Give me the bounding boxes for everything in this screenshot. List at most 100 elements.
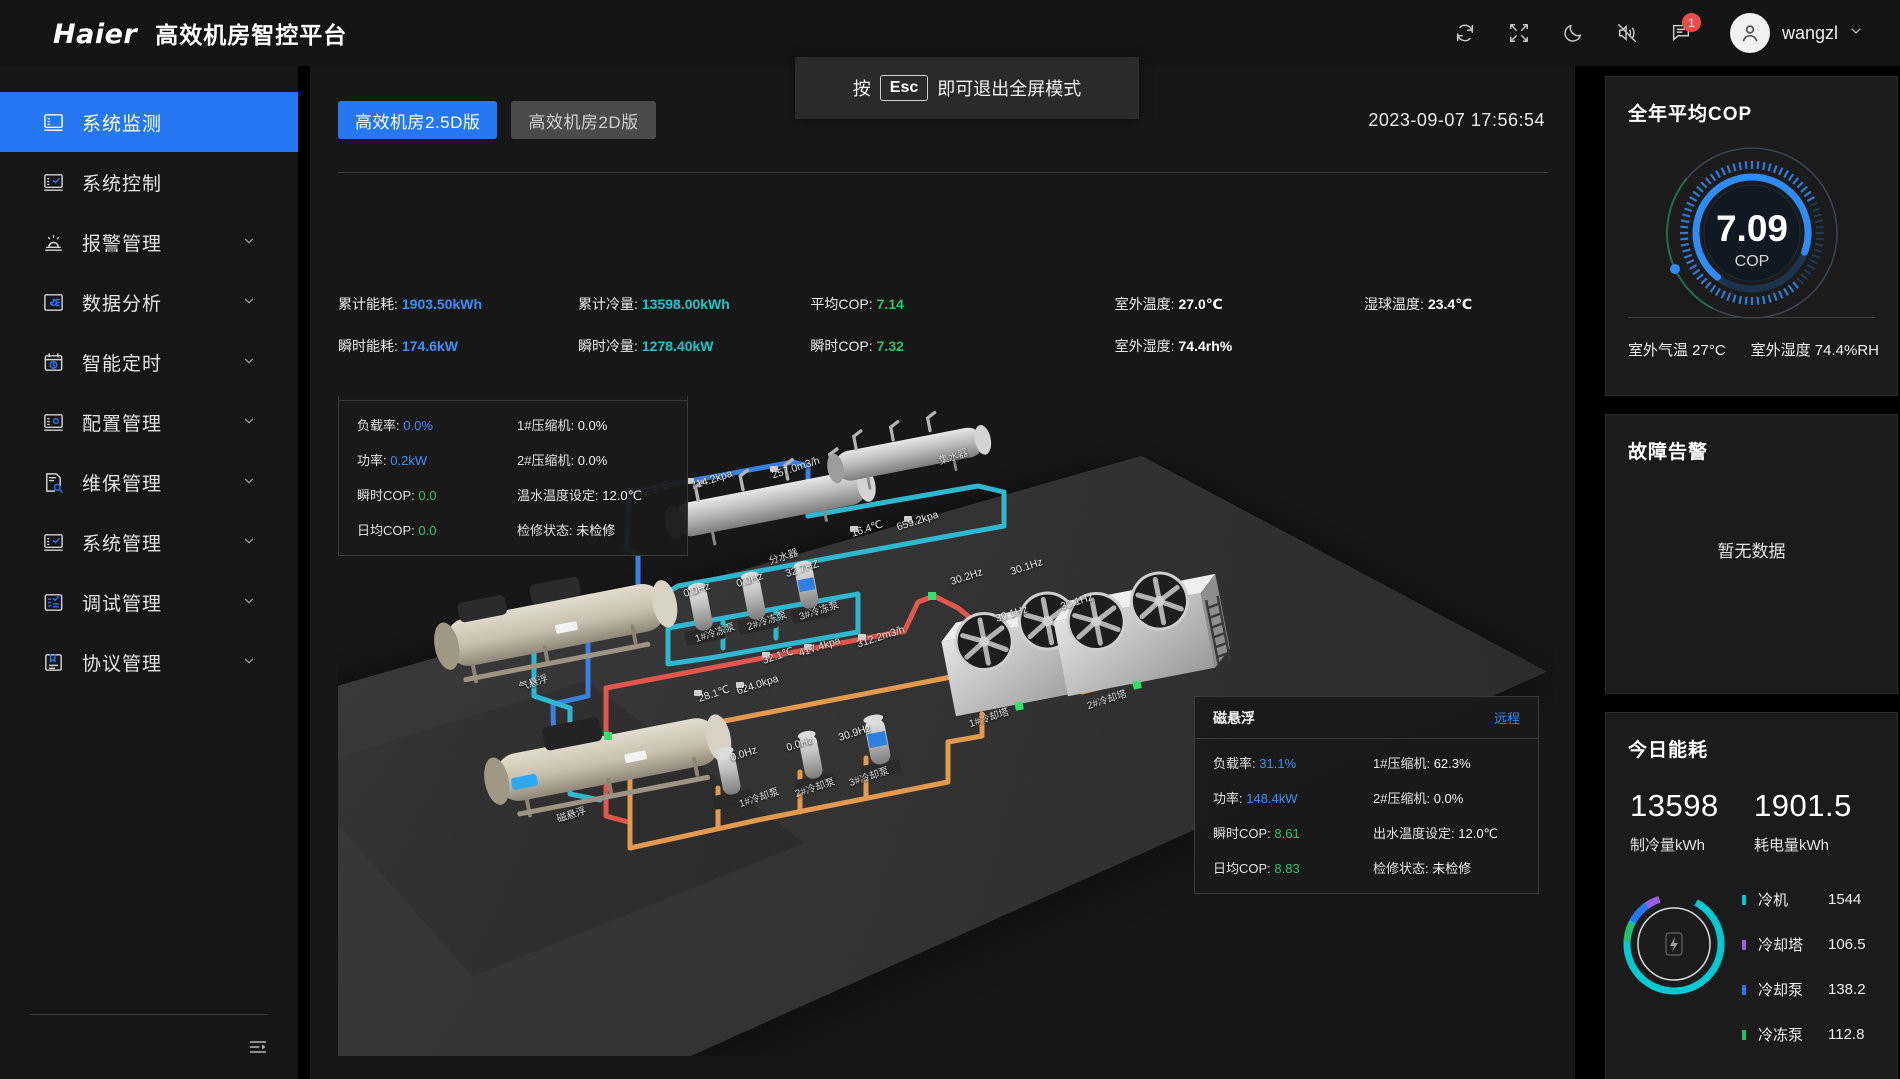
today-energy-card: 今日能耗 13598 制冷量kWh 1901.5 耗电量kWh 冷机 1544 … [1605, 712, 1898, 1079]
legend-item: 冷却泵 138.2 [1742, 979, 1897, 1000]
chevron-down-icon[interactable] [242, 414, 256, 431]
refresh-icon[interactable] [1438, 0, 1492, 66]
metric-value: 74.4rh% [1179, 338, 1233, 354]
exit-fullscreen-icon[interactable] [1492, 0, 1546, 66]
sidebar-item-2[interactable]: 系统控制 [0, 152, 298, 212]
metric-value: 13598.00kWh [642, 296, 730, 312]
sidebar-item-5[interactable]: 智能定时 [0, 332, 298, 392]
device-card-header: 磁悬浮 远程 [1195, 697, 1538, 739]
annual-cop-card: 全年平均COP 7.09 COP 室外气温 27°C 室外湿度 74.4%RH [1605, 76, 1898, 396]
metric-value: 8.61 [1274, 826, 1299, 841]
sidebar-item-3[interactable]: 报警管理 [0, 212, 298, 272]
tab-2[interactable]: 高效机房2D版 [511, 101, 655, 139]
device-card-cixuanfu[interactable]: 磁悬浮 远程 负载率: 31.1% 1#压缩机: 62.3% 功率: 148.4kW 2#… [1194, 696, 1539, 894]
tooltip-prefix: 按 [853, 75, 871, 101]
chevron-down-icon[interactable] [242, 474, 256, 491]
user-menu[interactable]: wangzl [1730, 13, 1864, 53]
metric-value: 0.0 [418, 523, 436, 538]
device-card-qixuanfu[interactable]: 气悬浮远程负载率: 0.0%1#压缩机: 0.0%功率: 0.2kW2#压缩机:… [338, 396, 688, 556]
metric-value: 1903.50kWh [402, 296, 482, 312]
metric-value: 0.0% [578, 418, 608, 433]
metric-value: 未检修 [576, 523, 615, 538]
metric-item: 室外湿度: 74.4rh% [1115, 336, 1364, 356]
plant-room-2p5d-scene[interactable]: 12.2℃714.2kpa257.0m3/h分水器集水器16.4℃659.2kp… [338, 396, 1553, 1056]
metric-item: 瞬时能耗: 174.6kW [338, 336, 578, 356]
sidebar-item-6[interactable]: 配置管理 [0, 392, 298, 452]
sidebar-item-label: 系统管理 [82, 529, 162, 556]
chevron-down-icon [1848, 23, 1864, 44]
metric-row: 瞬时能耗: 174.6kW 瞬时冷量: 1278.40kW 瞬时COP: 7.32 室外湿度… [338, 336, 1553, 356]
chevron-down-icon[interactable] [242, 234, 256, 251]
metric-value: 0.2kW [390, 453, 427, 468]
device-metrics-grid: 负载率: 0.0% 1#压缩机: 0.0% 功率: 0.2kW 2#压缩机: 0.0%… [339, 401, 687, 555]
sidebar-item-10[interactable]: 协议管理 [0, 632, 298, 692]
sidebar-footer [0, 1014, 298, 1079]
metric-label: 累计能耗: [338, 296, 398, 312]
metric-label: 2#压缩机: [517, 453, 574, 468]
fullscreen-exit-tooltip: 按 Esc 即可退出全屏模式 [795, 57, 1139, 119]
sidebar-item-8[interactable]: 系统管理 [0, 512, 298, 572]
legend-value: 1544 [1828, 891, 1861, 908]
device-metrics-grid: 负载率: 31.1% 1#压缩机: 62.3% 功率: 148.4kW 2#压缩机: … [1195, 739, 1538, 893]
maintain-icon [40, 469, 66, 495]
power-consumption-value: 1901.5 [1754, 788, 1878, 824]
legend-value: 138.2 [1828, 981, 1866, 998]
metric-label: 出水温度设定: [1373, 826, 1455, 841]
esc-key: Esc [880, 75, 928, 101]
sidebar-item-4[interactable]: 数据分析 [0, 272, 298, 332]
metric-label: 平均COP: [810, 296, 872, 312]
message-icon[interactable]: 1 [1654, 0, 1708, 66]
metric-value: 12.0℃ [602, 488, 642, 503]
collapse-sidebar-icon[interactable] [30, 1037, 268, 1057]
metric-item: 累计冷量: 13598.00kWh [578, 294, 810, 314]
device-metric: 负载率: 31.1% [1213, 753, 1373, 772]
device-metric: 检修状态: 未检修 [1373, 858, 1520, 877]
sound-off-icon[interactable] [1600, 0, 1654, 66]
sidebar-item-7[interactable]: 维保管理 [0, 452, 298, 512]
cop-value: 7.09 [1715, 208, 1787, 249]
device-metric: 日均COP: 0.0 [357, 520, 517, 539]
sidebar-item-9[interactable]: 调试管理 [0, 572, 298, 632]
outdoor-temperature: 室外气温 27°C [1628, 339, 1726, 360]
device-metric: 1#压缩机: 62.3% [1373, 753, 1520, 772]
metric-label: 功率: [357, 453, 387, 468]
device-metric: 出水温度设定: 12.0℃ [1373, 823, 1520, 842]
timer-icon [40, 349, 66, 375]
divider [1628, 317, 1875, 318]
user-name: wangzl [1782, 23, 1838, 44]
metric-label: 室外湿度: [1115, 338, 1175, 354]
remote-control-link[interactable]: 远程 [1494, 708, 1520, 727]
metric-label: 日均COP: [357, 523, 415, 538]
legend-item: 冷机 1544 [1742, 889, 1897, 910]
view-tabs: 高效机房2.5D版 高效机房2D版 [338, 101, 656, 139]
chevron-down-icon[interactable] [242, 534, 256, 551]
device-metric: 1#压缩机: 0.0% [517, 415, 669, 434]
energy-legend: 冷机 1544 冷却塔 106.5 冷却泵 138.2 冷冻泵 112.8 [1742, 871, 1897, 1069]
alarm-icon [40, 229, 66, 255]
metric-label: 功率: [1213, 791, 1243, 806]
sidebar-item-1[interactable]: 系统监测 [0, 92, 298, 152]
metric-value: 7.14 [877, 296, 904, 312]
chevron-down-icon[interactable] [242, 294, 256, 311]
metric-label: 1#压缩机: [1373, 756, 1430, 771]
metric-value: 0.0 [418, 488, 436, 503]
metric-value: 7.32 [877, 338, 904, 354]
tab-1[interactable]: 高效机房2.5D版 [338, 101, 497, 139]
legend-value: 106.5 [1828, 936, 1866, 953]
fault-alarm-card: 故障告警 暂无数据 [1605, 414, 1898, 694]
metric-item: 瞬时COP: 7.32 [810, 336, 1114, 356]
cooling-output-block: 13598 制冷量kWh [1630, 788, 1754, 855]
metric-item: 室外温度: 27.0℃ [1115, 294, 1364, 314]
metric-label: 检修状态: [517, 523, 573, 538]
legend-color-swatch [1742, 940, 1746, 950]
metric-value: 0.0% [578, 453, 608, 468]
chevron-down-icon[interactable] [242, 354, 256, 371]
metrics-summary: 累计能耗: 1903.50kWh 累计冷量: 13598.00kWh 平均COP: 7.1… [338, 294, 1553, 378]
moon-icon[interactable] [1546, 0, 1600, 66]
chevron-down-icon[interactable] [242, 594, 256, 611]
empty-state-text: 暂无数据 [1606, 537, 1897, 562]
chevron-down-icon[interactable] [242, 654, 256, 671]
metric-label: 累计冷量: [578, 296, 638, 312]
header-divider [338, 172, 1548, 173]
sidebar-item-label: 智能定时 [82, 349, 162, 376]
